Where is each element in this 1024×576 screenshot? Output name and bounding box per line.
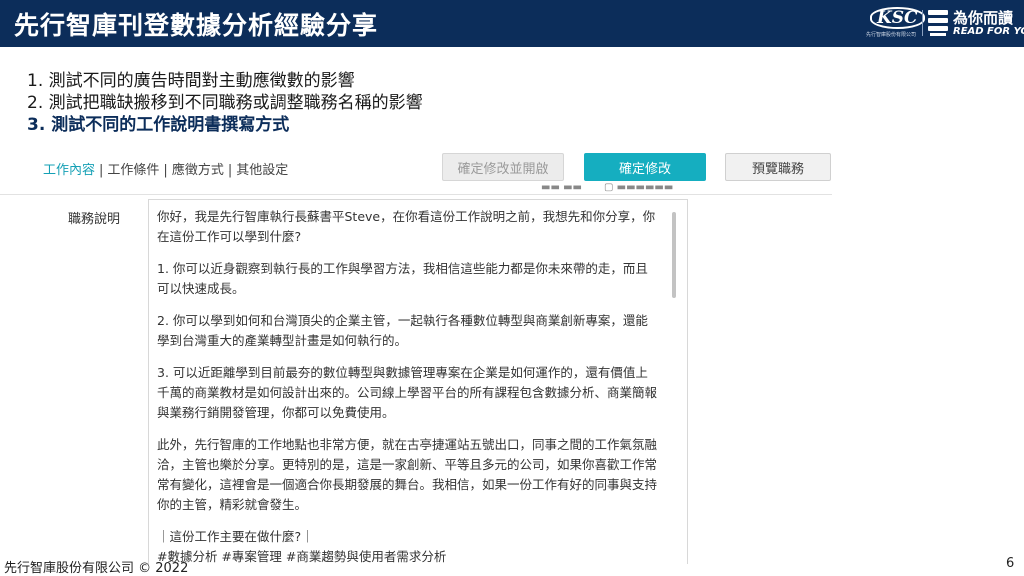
confirm-and-open-button[interactable]: 確定修改並開啟 (442, 153, 564, 181)
page-number: 6 (1006, 556, 1015, 571)
description-paragraph-2: 1. 你可以近身觀察到執行長的工作與學習方法，我相信這些能力都是你未來帶的走，而… (157, 261, 648, 296)
footer-company: 先行智庫股份有限公司 © 2022 (4, 561, 189, 576)
job-description-label: 職務說明 (68, 212, 121, 227)
ksc-logo-mark: KSC (870, 7, 925, 29)
tab-separator: | (163, 163, 168, 178)
tab-other-settings[interactable]: 其他設定 (236, 163, 288, 178)
tab-job-content[interactable]: 工作內容 (43, 163, 95, 178)
editor-toolbar-strip: ▬▬ ▬▬ ▢ ▬▬▬▬▬▬ (0, 182, 832, 195)
read-for-you-logo: 為你而讀 READ FOR YOU (927, 5, 1024, 43)
editor-tabs: 工作內容 | 工作條件 | 應徵方式 | 其他設定 (43, 159, 288, 178)
description-paragraph-6: ｜這份工作主要在做什麼?｜ #數據分析 #專案管理 #商業趨勢與使用者需求分析 (157, 529, 447, 564)
toolbar-cut-text: ▢ ▬▬▬▬▬▬ (604, 182, 674, 193)
header-bar: 先行智庫刊登數據分析經驗分享 KSC 先行智庫股份有限公司 為你而讀 READ … (0, 0, 1024, 47)
toolbar-cut-text: ▬▬ ▬▬ (541, 182, 582, 193)
point-item-3-active: 3. 測試不同的工作說明書撰寫方式 (27, 115, 290, 135)
ksc-logo: KSC 先行智庫股份有限公司 (866, 4, 925, 42)
preview-job-button[interactable]: 預覽職務 (725, 153, 831, 181)
description-paragraph-3: 2. 你可以學到如何和台灣頂尖的企業主管，一起執行各種數位轉型與商業創新專案，還… (157, 313, 648, 348)
confirm-button[interactable]: 確定修改 (584, 153, 706, 181)
page-title: 先行智庫刊登數據分析經驗分享 (14, 11, 379, 40)
job-description-textarea[interactable]: 你好，我是先行智庫執行長蘇書平Steve，在你看這份工作說明之前，我想先和你分享… (148, 199, 688, 564)
textarea-scrollbar[interactable] (672, 212, 676, 298)
logo-divider (922, 10, 923, 36)
description-paragraph-4: 3. 可以近距離學到目前最夯的數位轉型與數據管理專案在企業是如何運作的，還有價值… (157, 365, 658, 420)
tab-separator: | (227, 163, 233, 178)
description-paragraph-1: 你好，我是先行智庫執行長蘇書平Steve，在你看這份工作說明之前，我想先和你分享… (157, 209, 656, 244)
read-for-you-cn: 為你而讀 (953, 9, 1014, 27)
book-icon (928, 10, 948, 36)
tab-application-method[interactable]: 應徵方式 (172, 163, 224, 178)
ksc-logo-subtitle: 先行智庫股份有限公司 (866, 32, 917, 38)
tab-separator: | (99, 163, 104, 178)
description-paragraph-5: 此外，先行智庫的工作地點也非常方便，就在古亭捷運站五號出口，同事之間的工作氣氛融… (157, 437, 658, 512)
point-item-1: 1. 測試不同的廣告時間對主動應徵數的影響 (27, 71, 355, 91)
test-points-list: 1. 測試不同的廣告時間對主動應徵數的影響 2. 測試把職缺搬移到不同職務或調整… (27, 70, 423, 136)
read-for-you-en: READ FOR YOU (953, 26, 1024, 37)
point-item-2: 2. 測試把職缺搬移到不同職務或調整職務名稱的影響 (27, 93, 423, 113)
tab-job-conditions[interactable]: 工作條件 (107, 163, 159, 178)
